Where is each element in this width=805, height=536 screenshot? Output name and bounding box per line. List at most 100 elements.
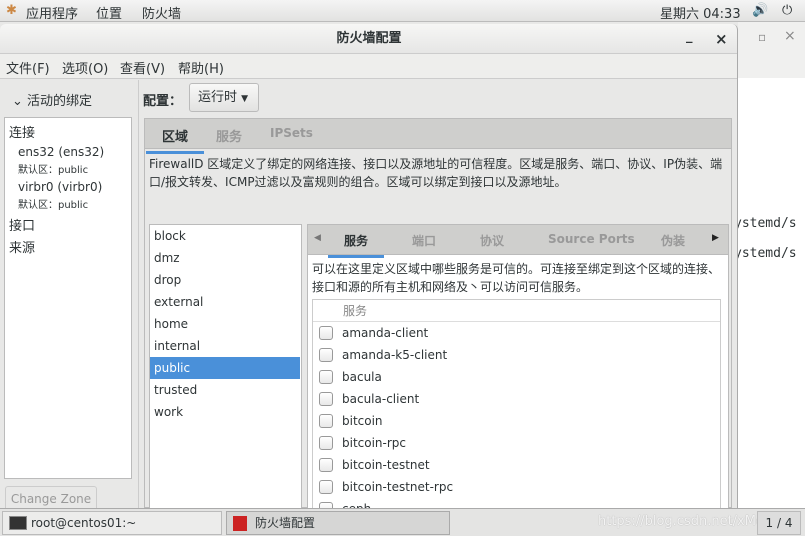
scroll-left-icon[interactable]: ◀	[314, 233, 321, 243]
subtab-ports[interactable]: 端口	[412, 232, 436, 249]
taskbar-item-terminal[interactable]: root@centos01:~	[2, 511, 222, 535]
checkbox[interactable]	[319, 436, 333, 450]
connections-heading[interactable]: 连接	[9, 122, 35, 141]
main-notebook: 区域 服务 IPSets FirewallD 区域定义了绑定的网络连接、接口以及…	[144, 118, 732, 508]
service-name: bacula-client	[342, 392, 420, 406]
close-button[interactable]: ×	[715, 24, 728, 54]
terminal-line: ystemd/s	[734, 216, 797, 231]
zone-item[interactable]: external	[150, 291, 300, 313]
tab-services[interactable]: 服务	[216, 126, 242, 145]
service-row[interactable]: bitcoin-testnet-rpc	[313, 476, 719, 498]
zone-item[interactable]: drop	[150, 269, 300, 291]
service-name: bitcoin	[342, 414, 383, 428]
service-name: bitcoin-testnet	[342, 458, 430, 472]
bindings-list: 连接 ens32 (ens32) 默认区：public virbr0 (virb…	[4, 117, 132, 479]
checkbox[interactable]	[319, 458, 333, 472]
window-title: 防火墙配置	[336, 31, 402, 46]
zone-item[interactable]: block	[150, 225, 300, 247]
taskbar-item-firewall[interactable]: 防火墙配置	[226, 511, 450, 535]
title-bar: 防火墙配置 _ ×	[0, 24, 737, 54]
service-name: bitcoin-rpc	[342, 436, 407, 450]
taskbar: root@centos01:~ 防火墙配置 https://blog.csdn.…	[0, 508, 805, 536]
zone-notebook: ◀ 服务 端口 协议 Source Ports 伪装 ▶ 可以在这里定义区域中哪…	[307, 224, 729, 508]
menu-file[interactable]: 文件(F)	[6, 58, 50, 77]
checkbox[interactable]	[319, 480, 333, 494]
connection-name[interactable]: virbr0 (virbr0)	[18, 180, 102, 194]
checkbox[interactable]	[319, 326, 333, 340]
zone-item[interactable]: home	[150, 313, 300, 335]
service-row[interactable]: bitcoin	[313, 410, 719, 432]
service-row[interactable]: amanda-k5-client	[313, 344, 719, 366]
service-name: bitcoin-testnet-rpc	[342, 480, 454, 494]
service-row[interactable]: amanda-client	[313, 322, 719, 344]
active-bindings-header[interactable]: ⌄ 活动的绑定	[12, 90, 92, 109]
tab-zones[interactable]: 区域	[145, 126, 205, 154]
subtab-services[interactable]: 服务	[327, 232, 385, 258]
menu-options[interactable]: 选项(O)	[62, 58, 108, 77]
config-dropdown[interactable]: 运行时 ▼	[189, 83, 259, 112]
zone-item[interactable]: internal	[150, 335, 300, 357]
services-description: 可以在这里定义区域中哪些服务是可信的。可连接至绑定到这个区域的连接、接口和源的所…	[312, 262, 721, 294]
service-row[interactable]: bitcoin-testnet	[313, 454, 719, 476]
service-name: amanda-k5-client	[342, 348, 448, 362]
workspace-pager[interactable]: 1 / 4	[757, 511, 801, 535]
terminal-content: ystemd/s ystemd/s	[734, 78, 805, 508]
subtab-masquerade[interactable]: 伪装	[661, 232, 685, 249]
services-table: 服务 amanda-client amanda-k5-client bacula…	[312, 299, 721, 508]
divider	[138, 80, 139, 508]
sources-heading[interactable]: 来源	[9, 237, 35, 256]
terminal-line: ystemd/s	[734, 246, 797, 261]
zones-description: FirewallD 区域定义了绑定的网络连接、接口以及源地址的可信程度。区域是服…	[149, 157, 723, 189]
taskbar-label: root@centos01:~	[31, 516, 137, 530]
menu-view[interactable]: 查看(V)	[120, 58, 165, 77]
zone-item[interactable]: work	[150, 401, 300, 423]
power-icon[interactable]: ⏻	[782, 3, 792, 18]
firewall-icon	[233, 516, 247, 531]
checkbox[interactable]	[319, 348, 333, 362]
connection-zone: 默认区：public	[18, 200, 89, 211]
checkbox[interactable]	[319, 370, 333, 384]
chevron-down-icon: ⌄	[12, 94, 28, 109]
connection-name[interactable]: ens32 (ens32)	[18, 145, 104, 159]
active-bindings-label: 活动的绑定	[27, 94, 93, 109]
service-name: amanda-client	[342, 326, 429, 340]
zone-tabs: ◀ 服务 端口 协议 Source Ports 伪装 ▶	[308, 225, 728, 258]
apps-logo-icon: ✱	[6, 3, 17, 18]
config-value: 运行时	[198, 90, 238, 105]
zone-item[interactable]: trusted	[150, 379, 300, 401]
volume-icon[interactable]: 🔊	[752, 3, 768, 18]
app-menu[interactable]: 防火墙	[142, 3, 181, 22]
maximize-icon[interactable]: ▫	[758, 30, 766, 44]
watermark: https://blog.csdn.net/xMoeX	[598, 514, 781, 529]
service-row[interactable]: ceph	[313, 498, 719, 508]
subtab-protocols[interactable]: 协议	[480, 232, 504, 249]
applications-menu[interactable]: 应用程序	[26, 3, 78, 22]
subtab-source-ports[interactable]: Source Ports	[548, 232, 635, 246]
change-zone-button[interactable]: Change Zone	[5, 486, 97, 508]
menu-help[interactable]: 帮助(H)	[178, 58, 224, 77]
zone-item[interactable]: dmz	[150, 247, 300, 269]
top-bar: ✱ 应用程序 位置 防火墙 星期六 04:33 🔊 ⏻	[0, 0, 805, 22]
service-row[interactable]: bacula-client	[313, 388, 719, 410]
minimize-button[interactable]: _	[686, 24, 693, 52]
service-row[interactable]: bacula	[313, 366, 719, 388]
terminal-icon	[9, 516, 27, 530]
places-menu[interactable]: 位置	[96, 3, 122, 22]
connection-zone: 默认区：public	[18, 165, 89, 176]
services-column-header[interactable]: 服务	[313, 300, 720, 322]
service-name: ceph	[342, 498, 371, 508]
tab-ipsets[interactable]: IPSets	[270, 126, 313, 140]
zone-item-selected[interactable]: public	[150, 357, 300, 379]
service-name: bacula	[342, 370, 382, 384]
close-icon[interactable]: ×	[784, 28, 796, 44]
menu-bar: 文件(F) 选项(O) 查看(V) 帮助(H)	[0, 54, 737, 79]
scroll-right-icon[interactable]: ▶	[712, 233, 719, 243]
clock[interactable]: 星期六 04:33	[660, 3, 741, 22]
service-row[interactable]: bitcoin-rpc	[313, 432, 719, 454]
main-tabs: 区域 服务 IPSets	[145, 119, 731, 154]
zone-list: block dmz drop external home internal pu…	[149, 224, 302, 508]
checkbox[interactable]	[319, 392, 333, 406]
interfaces-heading[interactable]: 接口	[9, 215, 35, 234]
checkbox[interactable]	[319, 414, 333, 428]
dropdown-arrow-icon: ▼	[241, 94, 249, 104]
